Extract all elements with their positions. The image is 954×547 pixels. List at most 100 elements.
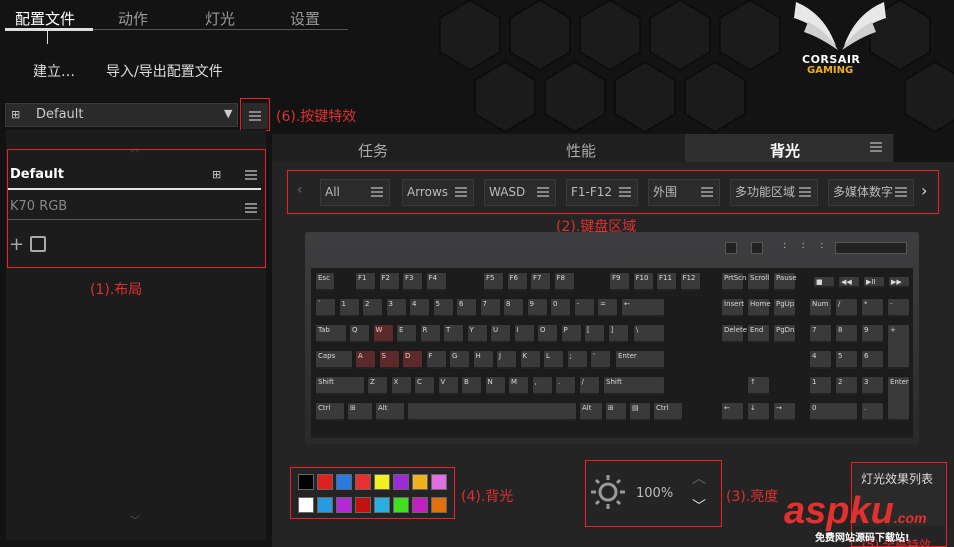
keyboard-key[interactable]: Alt: [579, 402, 603, 422]
keyboard-key[interactable]: \: [633, 324, 665, 344]
zone-button-arrows[interactable]: Arrows: [402, 179, 474, 206]
keyboard-key[interactable]: .: [861, 402, 884, 422]
color-swatch[interactable]: [355, 497, 371, 513]
keyboard-key[interactable]: I: [513, 324, 535, 344]
scroll-down-icon[interactable]: ﹀: [130, 512, 140, 527]
color-swatch[interactable]: [412, 474, 428, 490]
keyboard-key[interactable]: Caps: [315, 350, 353, 370]
tab-profiles[interactable]: 配置文件: [15, 8, 75, 29]
media-key[interactable]: ▶II: [863, 276, 885, 289]
keyboard-key[interactable]: F5: [483, 272, 504, 292]
keyboard-key[interactable]: 4: [409, 298, 430, 318]
keyboard-key[interactable]: 0: [809, 402, 858, 422]
import-profile-icon[interactable]: [30, 236, 46, 252]
keyboard-key[interactable]: K: [519, 350, 541, 370]
keyboard-key[interactable]: End: [747, 324, 770, 344]
zone-next-icon[interactable]: ›: [921, 181, 927, 200]
zone-prev-icon[interactable]: ‹: [297, 182, 303, 198]
keyboard-key[interactable]: -: [573, 298, 595, 318]
tab-tasks[interactable]: 任务: [358, 140, 388, 161]
keyboard-key[interactable]: ,: [531, 376, 553, 396]
keyboard-key[interactable]: Shift: [315, 376, 365, 396]
keyboard-key[interactable]: F2: [378, 272, 400, 292]
keyboard-key[interactable]: N: [484, 376, 506, 396]
profile-item-default[interactable]: Default: [10, 167, 64, 182]
keyboard-key[interactable]: Insert: [721, 298, 744, 318]
color-swatch[interactable]: [317, 474, 333, 490]
media-key[interactable]: ■: [813, 276, 835, 289]
zone-button-all[interactable]: All: [320, 179, 390, 206]
color-swatch[interactable]: [355, 474, 371, 490]
keyboard-key[interactable]: 7: [479, 298, 501, 318]
color-swatch[interactable]: [393, 474, 409, 490]
keyboard-key[interactable]: ←: [621, 298, 665, 318]
keyboard-key[interactable]: F: [425, 350, 447, 370]
zone-button-multifunction[interactable]: 多功能区域: [730, 179, 818, 206]
tab-lighting[interactable]: 灯光: [205, 8, 235, 29]
keyboard-key[interactable]: S: [378, 350, 400, 370]
keyboard-key[interactable]: 2: [362, 298, 383, 318]
color-swatch[interactable]: [298, 497, 314, 513]
keyboard-key[interactable]: ;: [566, 350, 588, 370]
media-key[interactable]: ◀◀: [838, 276, 860, 289]
keyboard-key[interactable]: F8: [553, 272, 575, 292]
keyboard-key[interactable]: C: [414, 376, 435, 396]
keyboard-key[interactable]: O: [537, 324, 558, 344]
keyboard-key[interactable]: X: [390, 376, 412, 396]
keyboard-key[interactable]: Alt: [375, 402, 405, 422]
keyboard-key[interactable]: /: [835, 298, 858, 318]
color-swatch[interactable]: [393, 497, 409, 513]
keyboard-key[interactable]: 4: [809, 350, 832, 370]
keyboard-key[interactable]: F6: [506, 272, 528, 292]
keyboard-key[interactable]: Esc: [315, 272, 335, 292]
keyboard-key[interactable]: Home: [747, 298, 771, 318]
tab-menu-icon[interactable]: [870, 142, 882, 152]
keyboard-key[interactable]: PrtScn: [721, 272, 746, 292]
keyboard-key[interactable]: P: [560, 324, 582, 344]
keyboard-key[interactable]: B: [461, 376, 482, 396]
keyboard-key[interactable]: R: [419, 324, 441, 344]
keyboard-key[interactable]: G: [449, 350, 470, 370]
keyboard-key[interactable]: [: [584, 324, 605, 344]
key-effect-menu-button[interactable]: [242, 103, 268, 129]
keyboard-key[interactable]: F7: [530, 272, 551, 292]
keyboard-key[interactable]: ▤: [629, 402, 651, 422]
add-profile-icon[interactable]: +: [9, 234, 24, 255]
keyboard-key[interactable]: ⊞: [347, 402, 373, 422]
keyboard-key[interactable]: T: [443, 324, 464, 344]
keyboard-key[interactable]: W: [372, 324, 394, 344]
keyboard-key[interactable]: /: [578, 376, 600, 396]
keyboard-key[interactable]: 5: [835, 350, 858, 370]
keyboard-key[interactable]: =: [597, 298, 618, 318]
keyboard-key[interactable]: ⊞: [605, 402, 627, 422]
tab-actions[interactable]: 动作: [118, 8, 148, 29]
keyboard-key[interactable]: -: [887, 298, 910, 318]
keyboard-key[interactable]: 9: [861, 324, 884, 344]
keyboard-key[interactable]: 1: [338, 298, 360, 318]
keyboard-key[interactable]: U: [490, 324, 511, 344]
keyboard-key[interactable]: Delete: [721, 324, 747, 344]
keyboard-key[interactable]: 8: [503, 298, 524, 318]
keyboard-key[interactable]: [407, 402, 577, 422]
profile-menu-icon[interactable]: [245, 203, 257, 213]
zone-button-peripheral[interactable]: 外围: [648, 179, 720, 206]
keyboard-key[interactable]: *: [861, 298, 884, 318]
color-swatch[interactable]: [298, 474, 314, 490]
zone-button-f1-f12[interactable]: F1-F12: [566, 179, 638, 206]
keyboard-key[interactable]: F3: [402, 272, 423, 292]
keyboard-key[interactable]: Z: [367, 376, 388, 396]
keyboard-key[interactable]: Num: [809, 298, 832, 318]
keyboard-key[interactable]: Shift: [603, 376, 665, 396]
keyboard-key[interactable]: 7: [809, 324, 832, 344]
keyboard-key[interactable]: 3: [385, 298, 407, 318]
keyboard-key[interactable]: ]: [607, 324, 629, 344]
keyboard-key[interactable]: M: [508, 376, 529, 396]
profile-dropdown[interactable]: ⊞ Default ▼: [5, 103, 238, 127]
keyboard-key[interactable]: `: [315, 298, 336, 318]
brightness-down-icon[interactable]: ﹀: [692, 496, 706, 516]
keyboard-key[interactable]: +: [887, 324, 910, 370]
keyboard-key[interactable]: F1: [355, 272, 376, 292]
keyboard-key[interactable]: E: [396, 324, 417, 344]
tab-settings[interactable]: 设置: [290, 8, 320, 29]
keyboard-key[interactable]: J: [496, 350, 517, 370]
